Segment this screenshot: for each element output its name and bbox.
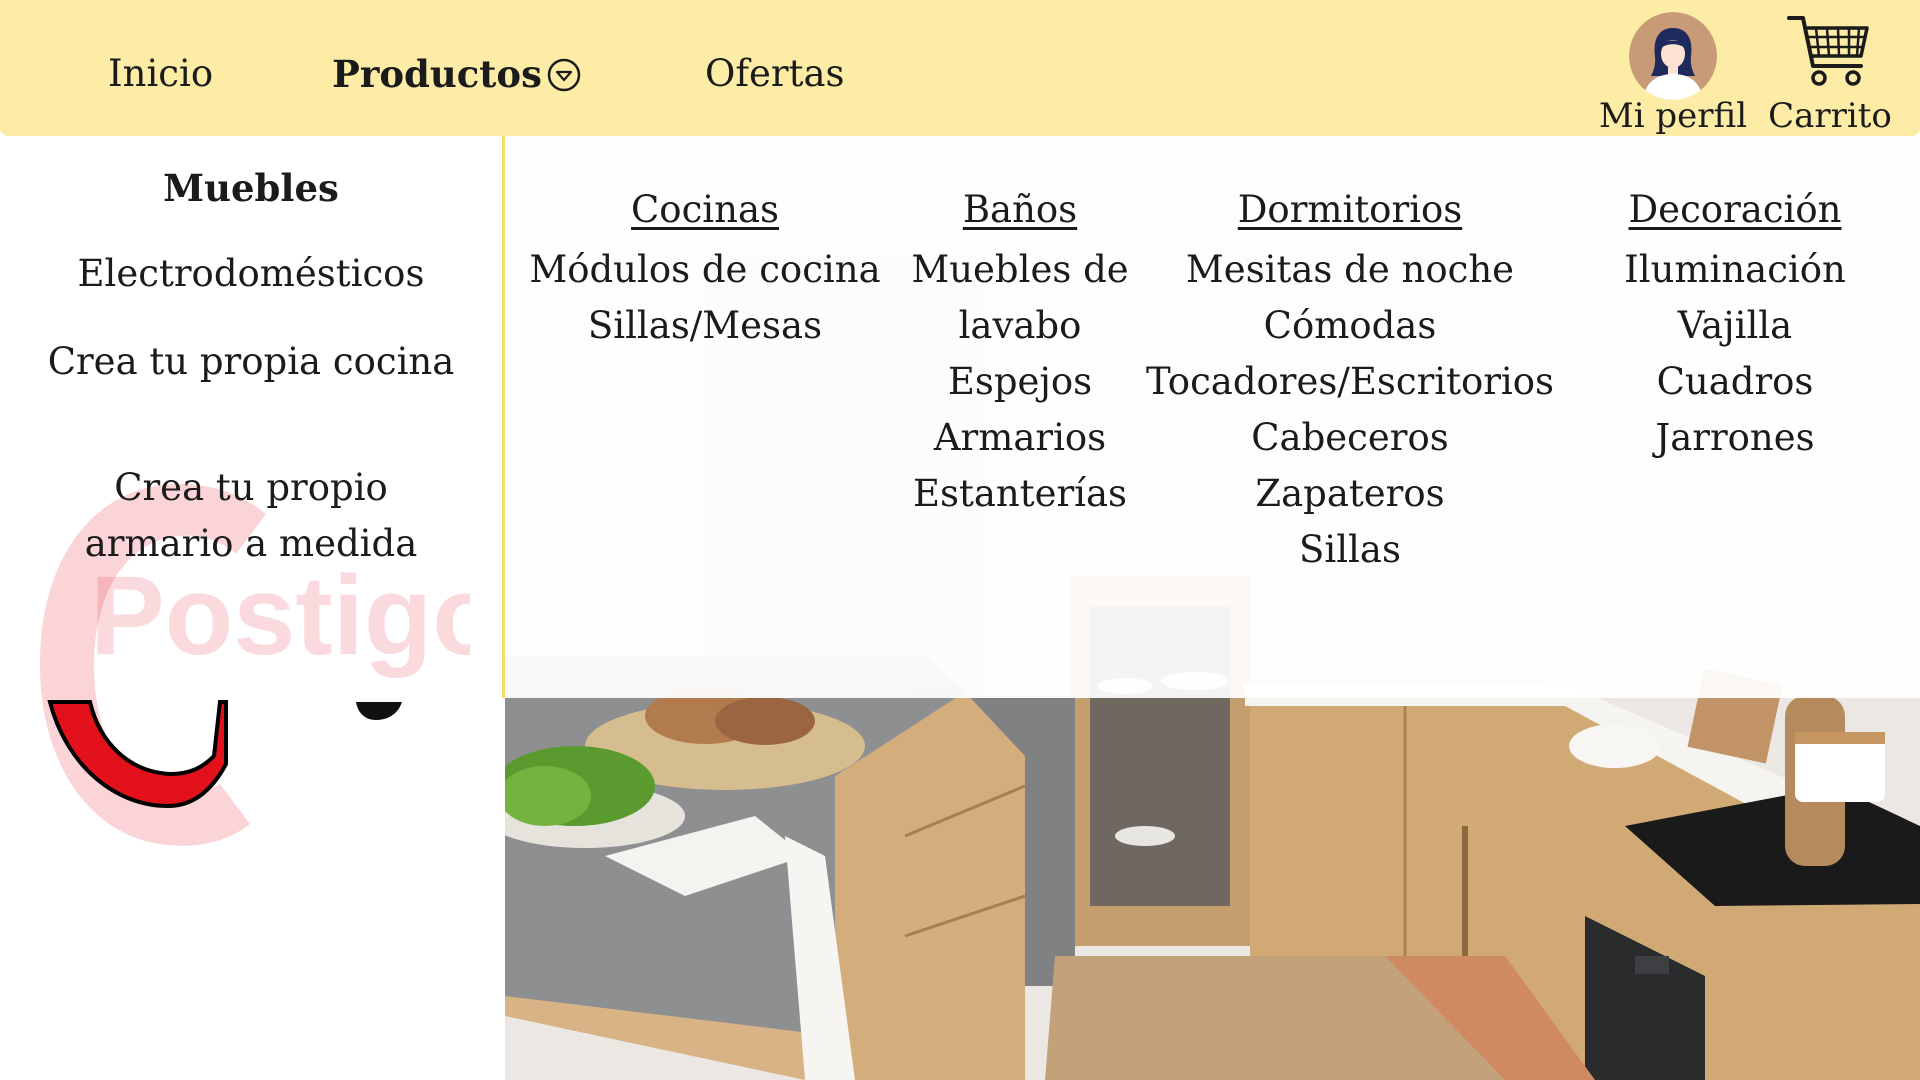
top-navigation-bar: Inicio Productos Ofertas Mi perfil Carri… — [0, 0, 1920, 136]
menu-item[interactable]: Tocadores/Escritorios — [1145, 354, 1555, 410]
cart-label: Carrito — [1768, 96, 1892, 136]
user-avatar-icon — [1629, 12, 1717, 100]
menu-item[interactable]: Cómodas — [1145, 298, 1555, 354]
nav-productos-link[interactable]: Productos — [332, 52, 582, 96]
chevron-down-circle-icon[interactable] — [546, 57, 582, 93]
category-muebles[interactable]: Muebles — [40, 160, 462, 216]
menu-item[interactable]: Armarios — [905, 410, 1135, 466]
menu-item[interactable]: Sillas — [1145, 522, 1555, 578]
shopping-cart-icon — [1787, 16, 1869, 86]
menu-item[interactable]: Cabeceros — [1145, 410, 1555, 466]
menu-heading-banos[interactable]: Baños — [905, 184, 1135, 236]
products-mega-menu: Cocinas Módulos de cocina Sillas/Mesas B… — [505, 136, 1920, 698]
category-crea-tu-propio-armario[interactable]: Crea tu propio armario a medida — [40, 460, 462, 572]
menu-heading-decoracion[interactable]: Decoración — [1565, 184, 1905, 236]
menu-heading-dormitorios[interactable]: Dormitorios — [1145, 184, 1555, 236]
nav-inicio-link[interactable]: Inicio — [108, 52, 213, 96]
menu-column-cocinas: Cocinas Módulos de cocina Sillas/Mesas — [515, 184, 895, 354]
category-crea-tu-propia-cocina[interactable]: Crea tu propia cocina — [40, 334, 462, 390]
menu-item[interactable]: Cuadros — [1565, 354, 1905, 410]
menu-divider — [502, 136, 505, 698]
menu-heading-cocinas[interactable]: Cocinas — [515, 184, 895, 236]
menu-item[interactable]: Vajilla — [1565, 298, 1905, 354]
menu-column-decoracion: Decoración Iluminación Vajilla Cuadros J… — [1565, 184, 1905, 466]
menu-column-banos: Baños Muebles de lavabo Espejos Armarios… — [905, 184, 1135, 522]
menu-item[interactable]: Mesitas de noche — [1145, 242, 1555, 298]
cart-button[interactable]: Carrito — [1768, 12, 1892, 136]
menu-item[interactable]: Iluminación — [1565, 242, 1905, 298]
menu-item[interactable]: Sillas/Mesas — [515, 298, 895, 354]
menu-item[interactable]: Módulos de cocina — [515, 242, 895, 298]
category-electrodomesticos[interactable]: Electrodomésticos — [40, 246, 462, 302]
menu-item[interactable]: Espejos — [905, 354, 1135, 410]
menu-item[interactable]: Zapateros — [1145, 466, 1555, 522]
menu-item[interactable]: Estanterías — [905, 466, 1135, 522]
menu-item[interactable]: Muebles de lavabo — [905, 242, 1135, 354]
menu-item[interactable]: Jarrones — [1565, 410, 1905, 466]
menu-column-dormitorios: Dormitorios Mesitas de noche Cómodas Toc… — [1145, 184, 1555, 578]
nav-productos-label: Productos — [332, 52, 542, 96]
profile-button[interactable]: Mi perfil — [1598, 12, 1748, 136]
category-sidebar: Postigo Muebles Electrodomésticos Crea t… — [0, 136, 502, 1080]
profile-label: Mi perfil — [1598, 96, 1748, 136]
nav-ofertas-link[interactable]: Ofertas — [705, 52, 845, 96]
